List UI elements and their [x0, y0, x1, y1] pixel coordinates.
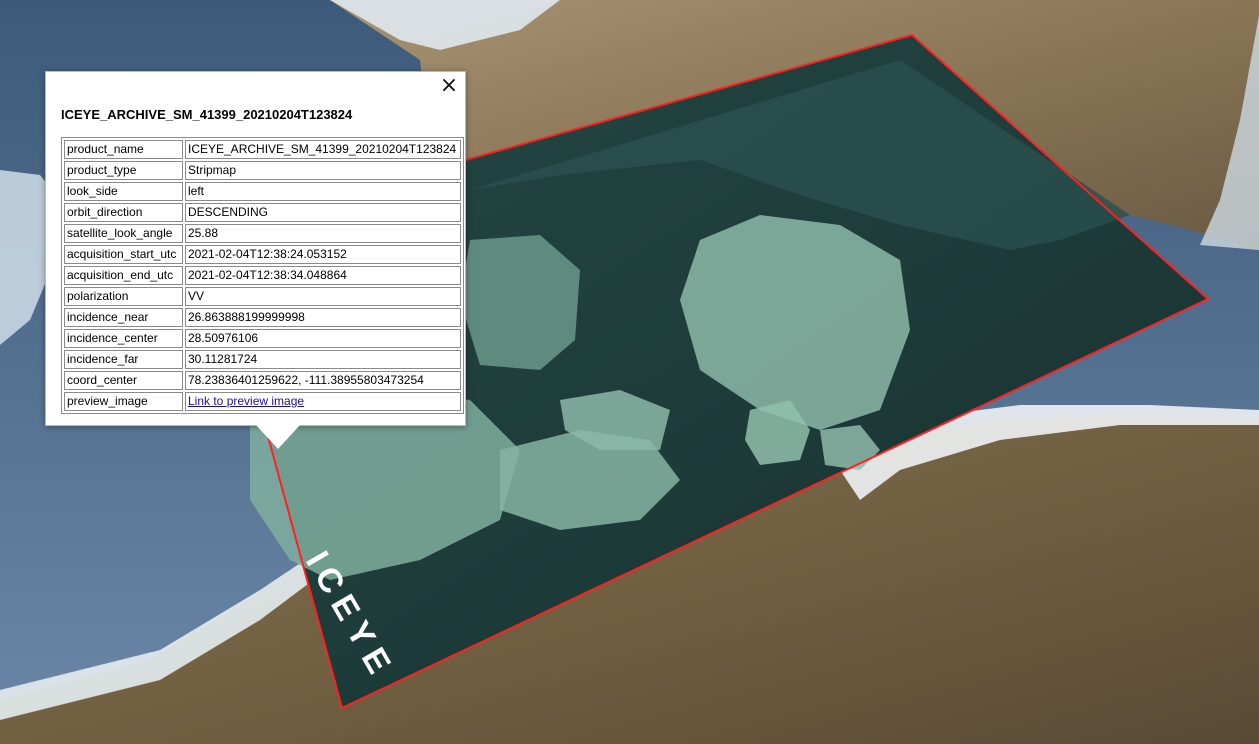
table-row: acquisition_end_utc 2021-02-04T12:38:34.0…	[64, 266, 461, 285]
attribute-value: 78.23836401259622, -111.38955803473254	[185, 371, 461, 390]
table-row: incidence_far 30.11281724	[64, 350, 461, 369]
feature-info-popup: × ICEYE_ARCHIVE_SM_41399_20210204T123824…	[45, 71, 466, 449]
table-row: orbit_direction DESCENDING	[64, 203, 461, 222]
attribute-table: product_name ICEYE_ARCHIVE_SM_41399_20210…	[61, 137, 464, 414]
table-row: polarization VV	[64, 287, 461, 306]
attribute-key: product_name	[64, 140, 183, 159]
table-row: incidence_near 26.863888199999998	[64, 308, 461, 327]
popup-pointer	[256, 425, 300, 449]
attribute-value: 30.11281724	[185, 350, 461, 369]
attribute-key: orbit_direction	[64, 203, 183, 222]
attribute-key: preview_image	[64, 392, 183, 411]
attribute-key: incidence_far	[64, 350, 183, 369]
attribute-key: satellite_look_angle	[64, 224, 183, 243]
close-icon[interactable]: ×	[438, 75, 460, 97]
attribute-key: acquisition_end_utc	[64, 266, 183, 285]
attribute-key: coord_center	[64, 371, 183, 390]
attribute-value: 2021-02-04T12:38:34.048864	[185, 266, 461, 285]
attribute-value: 26.863888199999998	[185, 308, 461, 327]
popup-title: ICEYE_ARCHIVE_SM_41399_20210204T123824	[61, 107, 353, 122]
table-row: satellite_look_angle 25.88	[64, 224, 461, 243]
attribute-key: look_side	[64, 182, 183, 201]
table-row: acquisition_start_utc 2021-02-04T12:38:24…	[64, 245, 461, 264]
attribute-value: ICEYE_ARCHIVE_SM_41399_20210204T123824	[185, 140, 461, 159]
attribute-key: incidence_center	[64, 329, 183, 348]
attribute-value: 25.88	[185, 224, 461, 243]
attribute-value: Stripmap	[185, 161, 461, 180]
table-row: product_type Stripmap	[64, 161, 461, 180]
attribute-value: left	[185, 182, 461, 201]
table-row: incidence_center 28.50976106	[64, 329, 461, 348]
table-row: product_name ICEYE_ARCHIVE_SM_41399_20210…	[64, 140, 461, 159]
attribute-value: 28.50976106	[185, 329, 461, 348]
attribute-value: Link to preview image	[185, 392, 461, 411]
attribute-key: acquisition_start_utc	[64, 245, 183, 264]
attribute-value: VV	[185, 287, 461, 306]
attribute-value: 2021-02-04T12:38:24.053152	[185, 245, 461, 264]
preview-image-link[interactable]: Link to preview image	[188, 394, 304, 408]
ice-floe-center	[460, 235, 580, 370]
table-row: preview_image Link to preview image	[64, 392, 461, 411]
attribute-value: DESCENDING	[185, 203, 461, 222]
table-row: coord_center 78.23836401259622, -111.3895…	[64, 371, 461, 390]
attribute-key: polarization	[64, 287, 183, 306]
attribute-key: incidence_near	[64, 308, 183, 327]
table-row: look_side left	[64, 182, 461, 201]
attribute-key: product_type	[64, 161, 183, 180]
